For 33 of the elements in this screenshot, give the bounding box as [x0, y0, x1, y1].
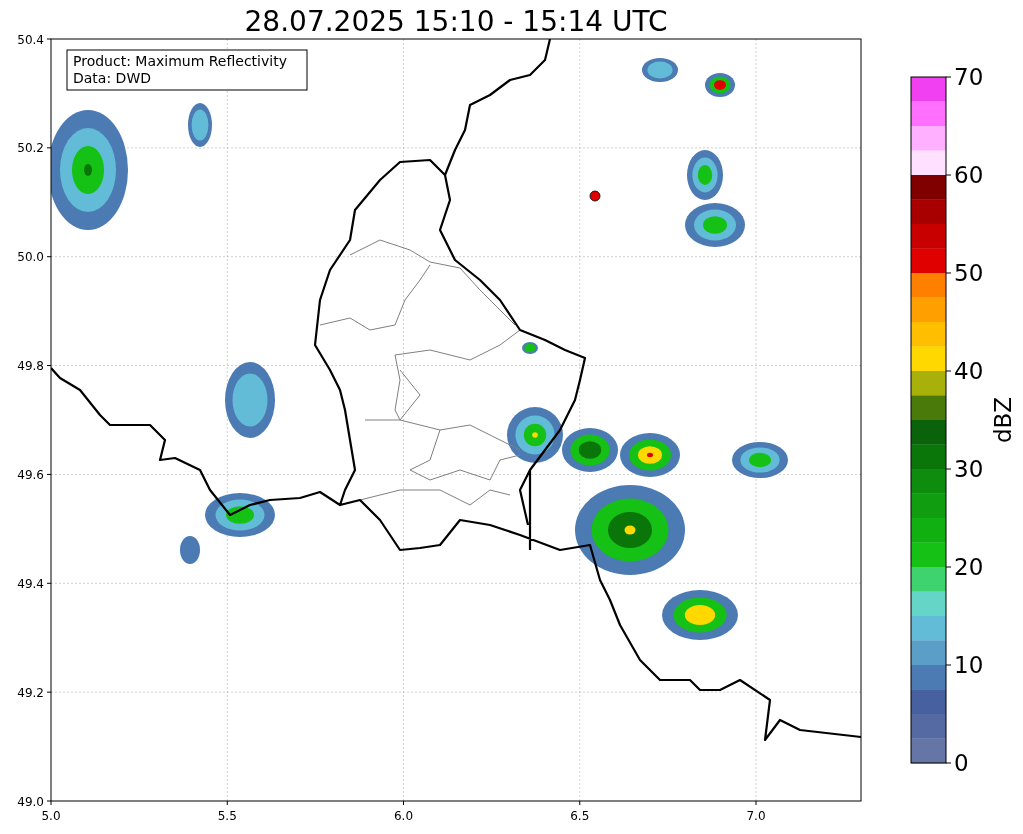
tick-mark [945, 76, 952, 78]
y-tick-label: 50.4 [17, 32, 44, 47]
colorbar-tick-label: 50 [954, 260, 984, 286]
y-tick-label: 49.6 [17, 467, 44, 482]
tick-mark [945, 272, 952, 274]
tick-mark [945, 370, 952, 372]
x-tick-label: 6.0 [393, 809, 414, 823]
colorbar-tick-label: 0 [954, 750, 969, 776]
tick-mark [945, 762, 952, 764]
colorbar-tick-label: 10 [954, 652, 984, 678]
colorbar-tick-label: 60 [954, 162, 984, 188]
y-tick-label: 50.2 [17, 141, 44, 156]
x-tick-label: 7.0 [746, 809, 766, 823]
colorbar-label: dBZ [990, 396, 1016, 444]
info-text: Data: DWD [73, 70, 151, 86]
chart-title: 28.07.2025 15:10 - 15:14 UTC [244, 5, 668, 38]
colorbar-tick-label: 40 [954, 358, 984, 384]
y-tick-label: 49.4 [17, 576, 44, 591]
tick-mark [945, 174, 952, 176]
x-tick-label: 6.5 [570, 809, 590, 823]
y-tick-label: 49.8 [17, 359, 44, 374]
tick-mark [945, 566, 952, 568]
y-tick-label: 49.0 [17, 794, 44, 809]
y-tick-label: 49.2 [17, 685, 44, 700]
info-text: Product: Maximum Reflectivity [73, 53, 287, 69]
colorbar-tick-label: 30 [954, 456, 984, 482]
tick-mark [945, 468, 952, 470]
x-tick-label: 5.0 [41, 809, 61, 823]
tick-mark [945, 664, 952, 666]
x-tick-label: 5.5 [217, 809, 237, 823]
colorbar-tick-label: 70 [954, 64, 984, 90]
colorbar-tick-label: 20 [954, 554, 984, 580]
y-tick-label: 50.0 [17, 250, 44, 265]
